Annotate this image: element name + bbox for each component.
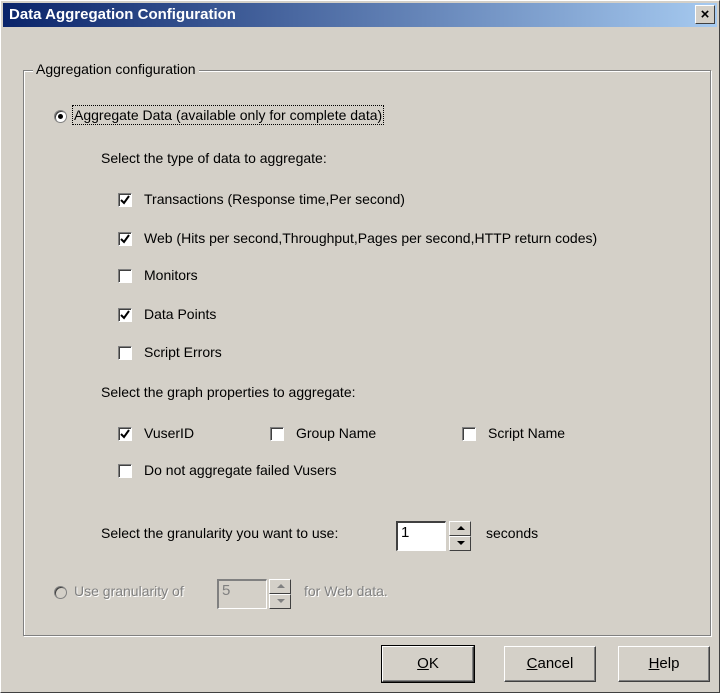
check-mark-icon: [120, 429, 130, 439]
data-points-checkbox[interactable]: [118, 308, 132, 322]
transactions-label[interactable]: Transactions (Response time,Per second): [144, 191, 405, 207]
arrow-down-icon: [457, 541, 465, 545]
web-checkbox[interactable]: [118, 232, 132, 246]
web-granularity-input[interactable]: 5: [217, 579, 267, 609]
web-granularity-up-button[interactable]: [269, 579, 291, 594]
vuserid-checkbox[interactable]: [118, 427, 132, 441]
arrow-up-icon: [277, 584, 285, 588]
cancel-label-rest: ancel: [537, 655, 574, 672]
granularity-unit: seconds: [486, 525, 539, 541]
help-mnemonic: H: [648, 655, 660, 672]
group-name-label[interactable]: Group Name: [296, 425, 376, 441]
graph-props-heading: Select the graph properties to aggregate…: [101, 384, 356, 400]
failed-vusers-checkbox[interactable]: [118, 464, 132, 478]
arrow-down-icon: [277, 599, 285, 603]
dialog-window: Data Aggregation Configuration × Aggrega…: [0, 0, 720, 693]
script-name-label[interactable]: Script Name: [488, 425, 565, 441]
ok-label-rest: K: [428, 655, 439, 672]
close-button[interactable]: ×: [695, 5, 715, 24]
web-granularity-suffix: for Web data.: [304, 583, 388, 599]
granularity-down-button[interactable]: [449, 536, 471, 551]
cancel-button[interactable]: Cancel: [504, 646, 596, 682]
script-errors-checkbox[interactable]: [118, 346, 132, 360]
web-granularity-radio[interactable]: [54, 586, 67, 599]
help-button[interactable]: Help: [618, 646, 710, 682]
title-bar[interactable]: Data Aggregation Configuration ×: [3, 3, 717, 27]
check-mark-icon: [120, 310, 130, 320]
aggregate-data-label[interactable]: Aggregate Data (available only for compl…: [71, 105, 385, 125]
granularity-up-button[interactable]: [449, 521, 471, 536]
vuserid-label[interactable]: VuserID: [144, 425, 194, 441]
window-title: Data Aggregation Configuration: [9, 6, 236, 23]
radio-selected-dot: [58, 114, 63, 119]
transactions-checkbox[interactable]: [118, 193, 132, 207]
script-errors-label[interactable]: Script Errors: [144, 344, 222, 360]
groupbox-label: Aggregation configuration: [33, 61, 199, 77]
close-icon: ×: [700, 6, 710, 23]
web-granularity-down-button[interactable]: [269, 594, 291, 609]
data-type-heading: Select the type of data to aggregate:: [101, 150, 327, 166]
check-mark-icon: [120, 195, 130, 205]
ok-button[interactable]: OK: [381, 645, 475, 683]
arrow-up-icon: [457, 526, 465, 530]
monitors-label[interactable]: Monitors: [144, 267, 198, 283]
data-points-label[interactable]: Data Points: [144, 306, 216, 322]
script-name-checkbox[interactable]: [462, 427, 476, 441]
aggregate-data-radio[interactable]: [54, 110, 67, 123]
web-label[interactable]: Web (Hits per second,Throughput,Pages pe…: [144, 230, 597, 246]
failed-vusers-label[interactable]: Do not aggregate failed Vusers: [144, 462, 337, 478]
web-granularity-label: Use granularity of: [74, 583, 184, 599]
granularity-label: Select the granularity you want to use:: [101, 525, 339, 541]
help-label-rest: elp: [659, 655, 680, 672]
monitors-checkbox[interactable]: [118, 269, 132, 283]
granularity-input[interactable]: 1: [396, 521, 446, 551]
ok-mnemonic: O: [417, 655, 429, 672]
cancel-mnemonic: C: [526, 655, 538, 672]
check-mark-icon: [120, 234, 130, 244]
group-name-checkbox[interactable]: [270, 427, 284, 441]
